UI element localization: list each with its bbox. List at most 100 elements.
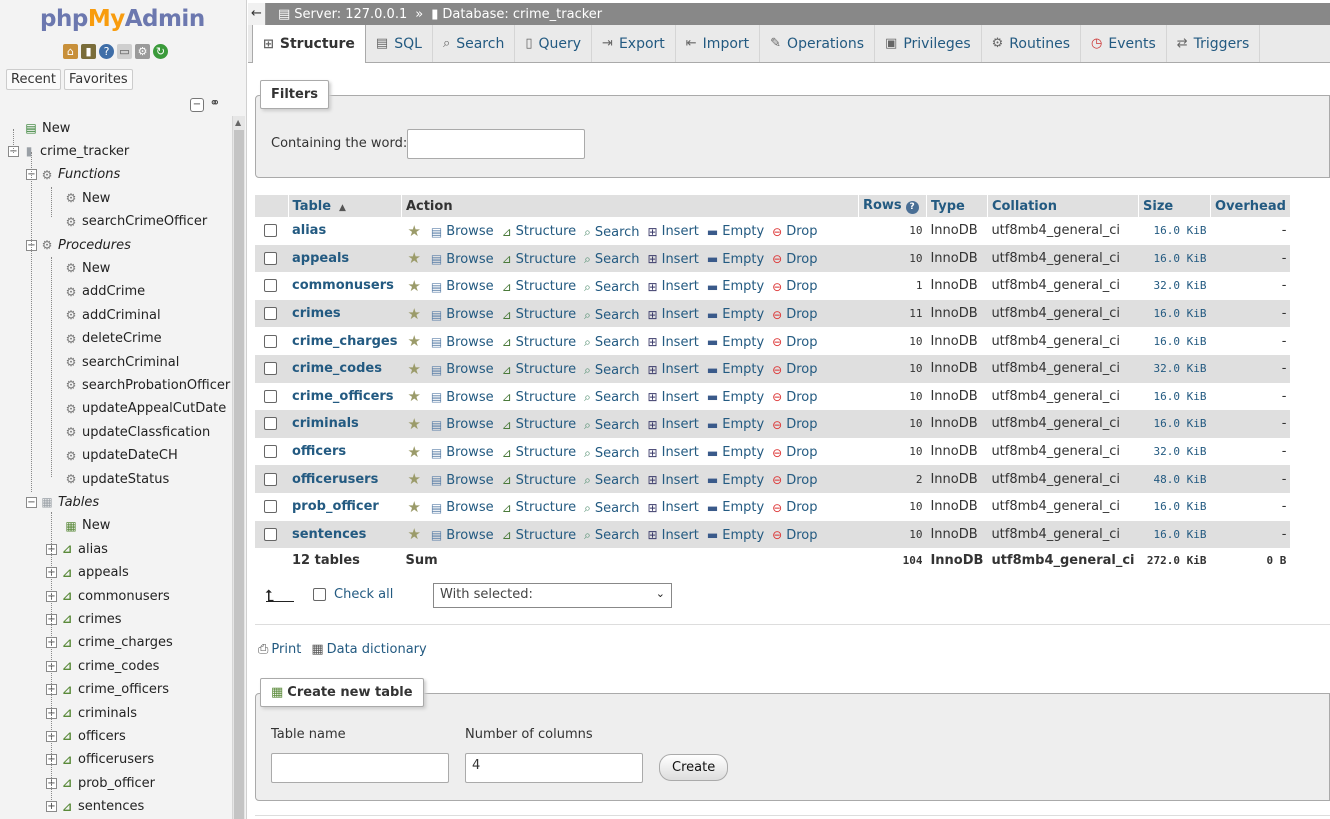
drop-action[interactable]: ⊖ Drop: [772, 500, 817, 515]
structure-action[interactable]: ⊿ Structure: [502, 390, 577, 405]
tab-search[interactable]: ⌕ Search: [433, 25, 516, 62]
drop-action[interactable]: ⊖ Drop: [772, 362, 817, 377]
search-action[interactable]: ⌕ Search: [584, 308, 639, 323]
row-checkbox[interactable]: [264, 362, 277, 376]
search-action[interactable]: ⌕ Search: [584, 501, 639, 516]
drop-action[interactable]: ⊖ Drop: [772, 445, 817, 460]
empty-action[interactable]: ▬ Empty: [707, 417, 764, 432]
nav-scrollbar[interactable]: ▲: [232, 116, 245, 819]
favorite-star-icon[interactable]: ★: [407, 498, 420, 516]
drop-action[interactable]: ⊖ Drop: [772, 528, 817, 543]
favorite-star-icon[interactable]: ★: [407, 525, 420, 543]
empty-action[interactable]: ▬ Empty: [707, 390, 764, 405]
empty-action[interactable]: ▬ Empty: [707, 307, 764, 322]
tab-query[interactable]: ▯ Query: [515, 25, 593, 62]
table-size-link[interactable]: 32.0 KiB: [1138, 354, 1211, 383]
print-link[interactable]: ⎙ Print: [258, 642, 301, 657]
search-action[interactable]: ⌕ Search: [584, 446, 639, 461]
insert-action[interactable]: ⊞ Insert: [648, 500, 699, 515]
insert-action[interactable]: ⊞ Insert: [648, 445, 699, 460]
structure-action[interactable]: ⊿ Structure: [502, 473, 577, 488]
favorite-star-icon[interactable]: ★: [407, 443, 420, 461]
tree-item[interactable]: ⚙ searchCriminal: [64, 351, 180, 373]
tree-item[interactable]: + ⊿ officerusers: [46, 749, 154, 771]
table-size-link[interactable]: 32.0 KiB: [1138, 272, 1211, 300]
tree-item[interactable]: ⚙ searchProbationOfficer: [64, 374, 231, 396]
tree-item[interactable]: + ⊿ commonusers: [46, 585, 170, 607]
structure-action[interactable]: ⊿ Structure: [502, 445, 577, 460]
tree-item[interactable]: ⚙ updateAppealCutDate: [64, 398, 227, 420]
filter-input[interactable]: [407, 129, 585, 159]
table-name-link[interactable]: alias: [288, 217, 402, 245]
structure-action[interactable]: ⊿ Structure: [502, 307, 577, 322]
table-name-link[interactable]: crime_charges: [288, 327, 402, 355]
structure-action[interactable]: ⊿ Structure: [502, 335, 577, 350]
expand-icon[interactable]: +: [46, 801, 57, 813]
row-checkbox[interactable]: [264, 251, 277, 265]
browse-action[interactable]: ▤ Browse: [431, 528, 494, 543]
empty-action[interactable]: ▬ Empty: [707, 473, 764, 488]
drop-action[interactable]: ⊖ Drop: [772, 390, 817, 405]
tree-item[interactable]: + ⊿ prob_officer: [46, 772, 155, 794]
row-checkbox[interactable]: [264, 500, 277, 514]
browse-action[interactable]: ▤ Browse: [431, 279, 494, 294]
docs-icon[interactable]: ▭: [117, 44, 132, 59]
browse-action[interactable]: ▤ Browse: [431, 335, 494, 350]
search-action[interactable]: ⌕ Search: [584, 363, 639, 378]
empty-action[interactable]: ▬ Empty: [707, 224, 764, 239]
favorite-star-icon[interactable]: ★: [407, 249, 420, 267]
insert-action[interactable]: ⊞ Insert: [648, 279, 699, 294]
drop-action[interactable]: ⊖ Drop: [772, 417, 817, 432]
row-checkbox[interactable]: [264, 445, 277, 459]
table-name-link[interactable]: crimes: [288, 299, 402, 328]
phpmyadmin-logo[interactable]: phpMyAdmin: [40, 6, 205, 32]
search-action[interactable]: ⌕ Search: [584, 390, 639, 405]
tab-events[interactable]: ◷ Events: [1081, 25, 1167, 62]
header-rows[interactable]: Rows?: [858, 195, 927, 217]
header-table[interactable]: Table ▲: [288, 195, 402, 217]
header-type[interactable]: Type: [926, 195, 988, 217]
empty-action[interactable]: ▬ Empty: [707, 528, 764, 543]
drop-action[interactable]: ⊖ Drop: [772, 335, 817, 350]
create-button[interactable]: Create: [659, 754, 729, 781]
reload-icon[interactable]: ↻: [153, 44, 168, 59]
search-action[interactable]: ⌕ Search: [584, 418, 639, 433]
favorite-star-icon[interactable]: ★: [407, 332, 420, 350]
insert-action[interactable]: ⊞ Insert: [648, 307, 699, 322]
favorite-star-icon[interactable]: ★: [407, 305, 420, 323]
empty-action[interactable]: ▬ Empty: [707, 445, 764, 460]
tree-item[interactable]: − ▦ Tables: [26, 491, 99, 513]
table-name-link[interactable]: officers: [288, 437, 402, 466]
link-with-main-icon[interactable]: ⚭: [208, 97, 222, 112]
tree-item[interactable]: + ⊿ crime_officers: [46, 679, 169, 701]
collapse-all-icon[interactable]: −: [190, 98, 204, 112]
logout-icon[interactable]: ▮: [81, 44, 96, 59]
favorite-star-icon[interactable]: ★: [407, 360, 420, 378]
structure-action[interactable]: ⊿ Structure: [502, 417, 577, 432]
row-checkbox[interactable]: [264, 334, 277, 348]
empty-action[interactable]: ▬ Empty: [707, 335, 764, 350]
tree-item[interactable]: − ⚙ Functions: [26, 164, 120, 186]
table-name-link[interactable]: crime_codes: [288, 354, 402, 383]
tree-item[interactable]: ⚙ New: [64, 257, 111, 279]
header-size[interactable]: Size: [1138, 195, 1212, 217]
table-size-link[interactable]: 16.0 KiB: [1138, 299, 1211, 328]
table-size-link[interactable]: 32.0 KiB: [1138, 437, 1211, 466]
insert-action[interactable]: ⊞ Insert: [648, 252, 699, 267]
scroll-up-arrow-icon[interactable]: ▲: [235, 118, 241, 127]
table-size-link[interactable]: 16.0 KiB: [1138, 217, 1211, 245]
tab-privileges[interactable]: ▣ Privileges: [875, 25, 982, 62]
back-arrow-icon[interactable]: ←: [248, 3, 266, 25]
browse-action[interactable]: ▤ Browse: [431, 362, 494, 377]
table-size-link[interactable]: 16.0 KiB: [1138, 382, 1211, 411]
help-icon[interactable]: ?: [905, 201, 919, 214]
favorites-tab[interactable]: Favorites: [63, 69, 133, 90]
browse-action[interactable]: ▤ Browse: [431, 390, 494, 405]
breadcrumb-server[interactable]: ▤ Server: 127.0.0.1: [278, 7, 407, 22]
search-action[interactable]: ⌕ Search: [584, 280, 639, 295]
row-checkbox[interactable]: [264, 307, 277, 321]
table-name-link[interactable]: criminals: [288, 410, 402, 438]
check-all-label[interactable]: Check all: [334, 587, 393, 602]
tab-structure[interactable]: ⊞ Structure: [252, 25, 366, 63]
tab-sql[interactable]: ▤ SQL: [366, 25, 433, 62]
